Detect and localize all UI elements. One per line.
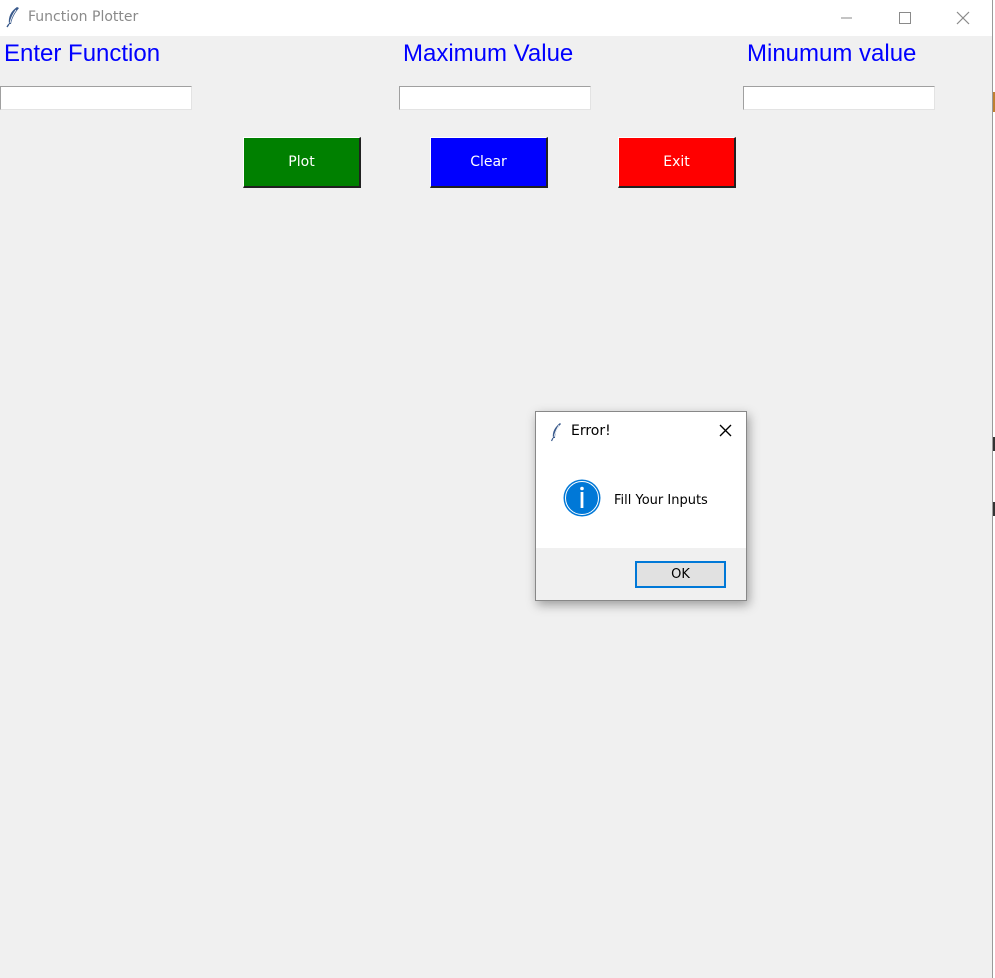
ok-button-label: OK [671, 567, 690, 582]
ok-button[interactable]: OK [635, 561, 726, 588]
minimum-input[interactable] [743, 86, 935, 110]
feather-icon [5, 6, 21, 28]
maximize-button[interactable] [875, 0, 933, 36]
error-dialog: Error! Fill Your Inputs OK [535, 411, 747, 601]
maximum-input[interactable] [399, 86, 591, 110]
dialog-footer: OK [536, 548, 746, 600]
function-label: Enter Function [4, 40, 161, 67]
main-window: Function Plotter Enter Function Maximum … [0, 0, 993, 978]
dialog-message: Fill Your Inputs [614, 493, 708, 508]
maximize-icon [899, 12, 911, 24]
title-bar[interactable]: Function Plotter [0, 0, 992, 36]
clear-button-label: Clear [470, 154, 507, 170]
dialog-title: Error! [571, 423, 611, 439]
clear-button[interactable]: Clear [430, 137, 548, 188]
maximum-label: Maximum Value [403, 40, 574, 67]
info-icon [563, 479, 601, 517]
function-input[interactable] [0, 86, 192, 110]
close-icon [719, 424, 732, 437]
close-icon [956, 11, 970, 25]
minimum-label: Minumum value [747, 40, 917, 67]
close-button[interactable] [933, 0, 991, 36]
exit-button-label: Exit [663, 154, 690, 170]
minimize-button[interactable] [817, 0, 875, 36]
plot-button[interactable]: Plot [243, 137, 361, 188]
plot-button-label: Plot [288, 154, 315, 170]
minimize-icon [841, 17, 852, 19]
dialog-close-button[interactable] [711, 420, 741, 442]
feather-icon [550, 422, 562, 442]
exit-button[interactable]: Exit [618, 137, 736, 188]
window-title: Function Plotter [28, 9, 139, 25]
